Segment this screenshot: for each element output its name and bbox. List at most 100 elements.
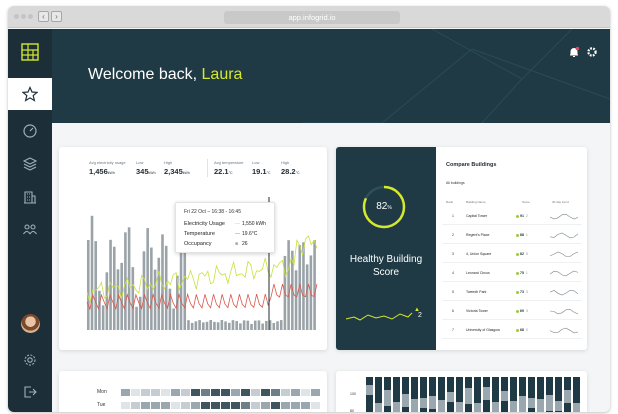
heatmap-cell[interactable] [181,402,190,409]
sidebar-item-layers[interactable] [8,148,52,180]
sidebar-item-buildings[interactable] [8,181,52,213]
building-trend-sparkline [550,289,578,296]
heatmap-cell[interactable] [261,402,270,409]
heatmap-cell[interactable] [141,389,150,396]
heatmap-cell[interactable] [171,389,180,396]
building-score: 91 2 [520,214,528,218]
column-segment [519,396,526,412]
heatmap-cell[interactable] [311,402,320,409]
window-minimize-dot[interactable] [21,14,26,19]
heatmap-cell[interactable] [151,389,160,396]
sidebar-item-dashboard[interactable] [8,115,52,147]
column-segment [501,391,508,401]
heatmap-cell[interactable] [221,389,230,396]
compare-row[interactable]: 7 University of Glasgow 68 0 [442,323,582,339]
sidebar-item-favourites[interactable] [8,78,52,110]
heatmap-cell[interactable] [201,402,210,409]
occupancy-bar [276,321,279,330]
heatmap-cell[interactable] [301,389,310,396]
heatmap-cell[interactable] [311,389,320,396]
compare-header-rank[interactable]: Rank [446,200,453,204]
heatmap-cell[interactable] [211,402,220,409]
notification-bell-icon[interactable] [568,46,580,58]
compare-header-score[interactable]: Score [522,200,530,204]
heatmap-cell[interactable] [251,402,260,409]
heatmap-cell[interactable] [141,402,150,409]
building-trend-sparkline [550,251,578,257]
sidebar-settings[interactable] [8,344,52,376]
heatmap-cell[interactable] [251,389,260,396]
y-tick-80: 80 [350,409,354,412]
compare-row[interactable]: 4 Leonard Circus 75 1 [442,266,582,282]
heatmap-cell[interactable] [291,402,300,409]
window-close-dot[interactable] [14,14,19,19]
heatmap-cell[interactable] [191,402,200,409]
score-change: 2 [525,214,528,218]
building-rank: 3 [452,252,454,256]
stacked-column [474,377,481,412]
sidebar [8,29,52,412]
column-segment [510,401,517,412]
occupancy-bar [138,296,142,330]
heatmap-cell[interactable] [281,389,290,396]
heatmap-cell[interactable] [281,402,290,409]
building-trend-sparkline [550,270,578,277]
building-name: Leonard Circus [466,271,490,275]
stacked-column [501,377,508,412]
compare-header-name[interactable]: Building Name [466,200,486,204]
heatmap-cell[interactable] [221,402,230,409]
occupancy-bar [265,320,268,330]
stacked-column [573,377,580,412]
heatmap-cell[interactable] [211,389,220,396]
heatmap-cell[interactable] [191,389,200,396]
heatmap-cell[interactable] [201,389,210,396]
usage-chart-card: Avg electricity usage 1,456kWh Low 345kWh Hi… [59,147,327,350]
settings-gear-icon[interactable] [586,46,598,58]
heatmap-cell[interactable] [301,402,310,409]
building-icon [24,191,36,204]
sidebar-logout[interactable] [8,376,52,408]
heatmap-cell[interactable] [131,402,140,409]
chart-tooltip: Fri 22 Oct – 16:38 - 16:45 Electricity U… [175,202,275,253]
avatar[interactable] [21,314,40,333]
heatmap-cell[interactable] [231,389,240,396]
occupancy-bar [302,242,305,330]
address-bar[interactable]: app.infogrid.io [224,11,400,24]
heatmap-cell[interactable] [161,402,170,409]
compare-row[interactable]: 3 4, Union Square 82 5 [442,247,582,263]
heatmap-cell[interactable] [161,389,170,396]
heatmap-cell[interactable] [241,389,250,396]
infogrid-logo[interactable] [21,43,39,61]
building-trend-sparkline [550,232,578,239]
occupancy-bar [231,320,235,330]
heatmap-cell[interactable] [291,389,300,396]
score-value: 68 [520,328,524,332]
compare-row[interactable]: 2 Regent's Place 88 1 [442,228,582,244]
heatmap-cell[interactable] [151,402,160,409]
compare-row[interactable]: 1 Capital Tower 91 2 [442,209,582,225]
score-status-dot [516,215,519,218]
heatmap-cell[interactable] [131,389,140,396]
sidebar-item-people[interactable] [8,214,52,246]
heatmap-cell[interactable] [121,389,130,396]
heatmap-cell[interactable] [121,402,130,409]
heatmap-cell[interactable] [271,389,280,396]
back-button[interactable]: ‹ [38,11,49,22]
stacked-column [393,377,400,412]
score-status-dot [516,291,519,294]
stacked-column [411,377,418,412]
heatmap-cell[interactable] [181,389,190,396]
heatmap-cell[interactable] [241,402,250,409]
forward-button[interactable]: › [51,11,62,22]
heatmap-cell[interactable] [171,402,180,409]
column-segment [411,399,418,412]
heatmap-cell[interactable] [261,389,270,396]
compare-row[interactable]: 5 Tweedh Park 73 3 [442,285,582,301]
compare-row[interactable]: 6 Victoria Tower 69 3 [442,304,582,320]
heatmap-cell[interactable] [271,402,280,409]
occupancy-bar [246,320,250,330]
heatmap-cell[interactable] [231,402,240,409]
compare-filter[interactable]: All buildings [446,181,465,185]
building-score: 82 5 [520,252,528,256]
window-zoom-dot[interactable] [28,14,33,19]
